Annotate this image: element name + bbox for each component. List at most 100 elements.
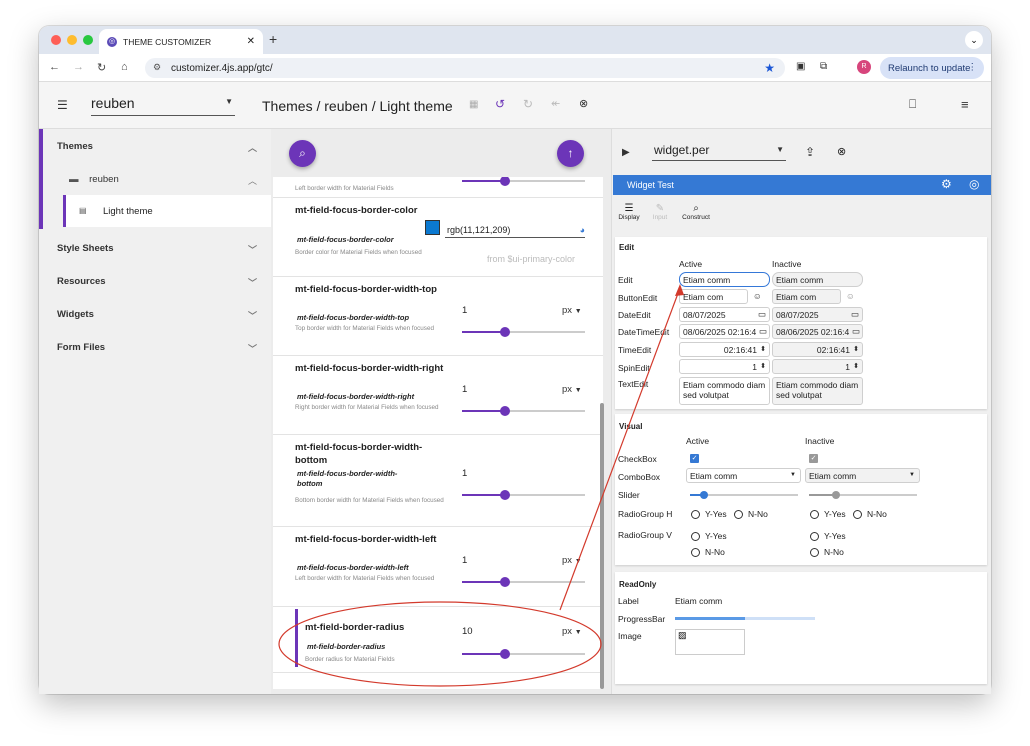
slider-knob[interactable] (500, 649, 511, 659)
url-field[interactable]: ⚙ customizer.4js.app/gtc/ ★ (145, 58, 785, 78)
datetimeedit-active-field[interactable]: 08/06/2025 02:16:4 ▭ (679, 324, 770, 339)
buttonedit-active-field[interactable]: Etiam com (679, 289, 748, 304)
forward-icon[interactable]: → (73, 61, 84, 73)
unit-select[interactable]: px ▼ (562, 626, 582, 637)
close-preview-icon[interactable]: ⊗ (837, 145, 846, 158)
bookmark-icon[interactable]: ⎕ (909, 97, 916, 112)
profile-avatar[interactable]: R (857, 60, 871, 74)
property-slider[interactable] (462, 649, 585, 659)
user-select[interactable]: reuben ▼ (91, 92, 235, 116)
bookmark-star-icon[interactable]: ★ (764, 61, 775, 75)
close-theme-icon[interactable]: ⊗ (579, 97, 588, 110)
radio-no-active[interactable] (734, 510, 743, 519)
unit-select[interactable]: px ▼ (562, 305, 582, 316)
radio-v-yes-active[interactable] (691, 532, 700, 541)
slider-knob[interactable] (700, 491, 709, 499)
radio-label: Y-Yes (705, 531, 727, 541)
relaunch-button[interactable]: Relaunch to update ⋮ (880, 57, 984, 79)
textedit-active-field[interactable]: Etiam commodo diam sed volutpat (679, 377, 770, 405)
dateedit-active-field[interactable]: 08/07/2025 ▭ (679, 307, 770, 322)
property-value[interactable]: 1 (462, 468, 467, 479)
property-identifier: mt-field-focus-border-width-top (297, 313, 410, 322)
slider-knob[interactable] (500, 577, 511, 587)
menu-icon[interactable]: ≡ (961, 97, 969, 112)
sidebar-item-themes[interactable]: Themes ︿ (57, 141, 271, 153)
scroll-top-fab[interactable]: ↑ (557, 140, 584, 167)
upload-icon[interactable]: ⇪ (805, 145, 815, 159)
close-window-button[interactable] (51, 35, 61, 45)
smiley-icon: ☺ (846, 291, 855, 301)
slider-fill (462, 180, 506, 182)
property-slider[interactable] (462, 406, 585, 416)
property-slider[interactable] (462, 327, 585, 337)
sidebar-item-reuben[interactable]: ▬ reuben ︿ (69, 174, 271, 186)
form-file-select[interactable]: widget.per ▼ (652, 139, 786, 161)
property-value[interactable]: 10 (462, 626, 473, 637)
undo-icon[interactable]: ↺ (495, 97, 505, 111)
checkbox-inactive: ✓ (809, 454, 818, 463)
run-icon[interactable]: ▶ (622, 147, 630, 158)
sidebar-item-label: Style Sheets (57, 243, 114, 254)
slider-knob[interactable] (500, 406, 511, 416)
sidebar-item-style-sheets[interactable]: Style Sheets ﹀ (57, 243, 271, 255)
edit-active-field[interactable]: Etiam comm (679, 272, 770, 287)
color-swatch[interactable] (425, 220, 440, 235)
property-slider[interactable] (462, 577, 585, 587)
property-value[interactable]: 1 (462, 305, 467, 316)
sidebar-item-widgets[interactable]: Widgets ﹀ (57, 309, 271, 321)
slider-knob[interactable] (500, 327, 511, 337)
tab-search-icon[interactable]: ⌄ (965, 31, 983, 49)
property-row: mt-field-focus-border-width-top mt-field… (273, 277, 603, 356)
property-description: Border color for Material Fields when fo… (295, 249, 422, 256)
settings-icon[interactable]: ⚙ (941, 177, 952, 191)
scrollbar[interactable] (600, 403, 604, 689)
search-fab[interactable]: ⌕ (289, 140, 316, 167)
property-slider[interactable] (462, 177, 585, 186)
construct-button[interactable]: ⌕ Construct (679, 203, 713, 221)
sidebar-item-resources[interactable]: Resources ﹀ (57, 276, 271, 288)
reader-icon[interactable]: ▣ (796, 61, 805, 72)
more-icon: ⋮ (967, 62, 978, 73)
unit-select[interactable]: px ▼ (562, 384, 582, 395)
smiley-icon[interactable]: ☺ (753, 291, 762, 301)
radio-v-no-active[interactable] (691, 548, 700, 557)
spinedit-active-field[interactable]: 1 ⬍ (679, 359, 770, 374)
input-button[interactable]: ✎ Input (643, 203, 677, 221)
sidebar-item-light-theme[interactable]: ▤ Light theme (63, 195, 271, 227)
unit-select[interactable]: px ▼ (562, 555, 582, 566)
color-input-value: rgb(11,121,209) (447, 225, 511, 235)
textedit-label: TextEdit (618, 379, 649, 389)
reset-icon[interactable]: ↞ (551, 97, 560, 110)
maximize-window-button[interactable] (83, 35, 93, 45)
redo-icon[interactable]: ↻ (523, 97, 533, 111)
browser-tab[interactable]: ◎ THEME CUSTOMIZER ✕ (99, 29, 263, 54)
sidebar-item-label: Themes (57, 141, 93, 152)
property-value[interactable]: 1 (462, 384, 467, 395)
checkbox-active[interactable]: ✓ (690, 454, 699, 463)
radio-yes-active[interactable] (691, 510, 700, 519)
new-tab-icon[interactable]: + (269, 31, 277, 47)
display-button[interactable]: ☰ Display (612, 203, 646, 221)
edit-inactive-field: Etiam comm (772, 272, 863, 287)
combobox-active[interactable]: Etiam comm ▼ (686, 468, 801, 483)
palette-icon[interactable]: ◕ (580, 225, 585, 235)
reload-icon[interactable]: ↻ (97, 61, 106, 74)
home-icon[interactable]: ⌂ (121, 61, 128, 73)
property-slider[interactable] (462, 490, 585, 500)
visual-slider-active[interactable] (690, 491, 798, 499)
timeedit-active-field[interactable]: 02:16:41 ⬍ (679, 342, 770, 357)
save-icon[interactable]: ▦ (469, 99, 478, 110)
extensions-icon[interactable]: ⧉ (820, 61, 827, 72)
sidebar-item-label: reuben (89, 174, 119, 185)
minimize-window-button[interactable] (67, 35, 77, 45)
property-value[interactable]: 1 (462, 555, 467, 566)
sidebar-item-form-files[interactable]: Form Files ﹀ (57, 342, 271, 354)
target-icon[interactable]: ◎ (969, 177, 979, 191)
slider-knob[interactable] (500, 490, 511, 500)
slider-knob[interactable] (500, 177, 511, 186)
close-tab-icon[interactable]: ✕ (247, 36, 255, 47)
site-settings-icon[interactable]: ⚙ (153, 62, 161, 73)
color-input[interactable]: rgb(11,121,209) ◕ (445, 222, 585, 238)
list-menu-icon[interactable]: ☰ (57, 98, 68, 112)
back-icon[interactable]: ← (49, 61, 60, 73)
